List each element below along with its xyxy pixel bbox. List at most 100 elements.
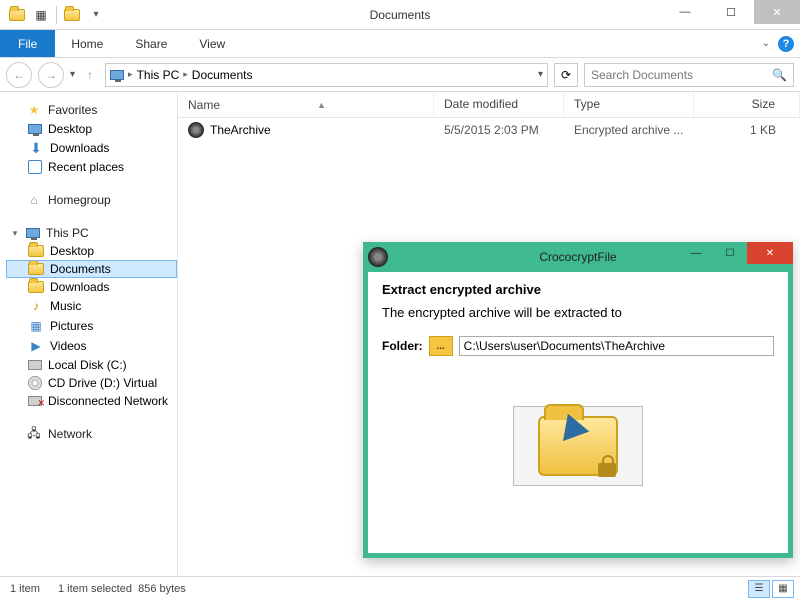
forward-button[interactable]: →	[38, 62, 64, 88]
ribbon: File Home Share View ⌄ ?	[0, 30, 800, 58]
folder-icon	[28, 245, 44, 257]
breadcrumb[interactable]: ▸ This PC ▸ Documents ▾	[105, 63, 548, 87]
back-button[interactable]: ←	[6, 62, 32, 88]
sidebar-item-downloads2[interactable]: Downloads	[6, 278, 177, 296]
minimize-button[interactable]: —	[662, 0, 708, 24]
sidebar-homegroup: ⌂ Homegroup	[6, 190, 177, 210]
sidebar-item-recent[interactable]: Recent places	[6, 158, 177, 176]
search-input[interactable]: Search Documents 🔍	[584, 63, 794, 87]
dialog-subtext: The encrypted archive will be extracted …	[382, 305, 774, 320]
sidebar-head-network[interactable]: 🖧 Network	[6, 424, 177, 444]
folder-icon	[28, 281, 44, 293]
crumb-thispc[interactable]: This PC	[137, 68, 180, 82]
sidebar-favorites: ★ Favorites Desktop ⬇Downloads Recent pl…	[6, 100, 177, 176]
crococrypt-dialog: CrococryptFile — ☐ ✕ Extract encrypted a…	[363, 242, 793, 558]
folder-row: Folder: ...	[382, 336, 774, 356]
sidebar-item-desktop[interactable]: Desktop	[6, 120, 177, 138]
address-dropdown-icon[interactable]: ▾	[538, 69, 543, 80]
thispc-icon	[110, 70, 124, 80]
dialog-close-button[interactable]: ✕	[747, 242, 793, 264]
lock-icon	[598, 463, 616, 477]
address-bar: ← → ▾ ↑ ▸ This PC ▸ Documents ▾ ⟳ Search…	[0, 58, 800, 92]
dialog-heading: Extract encrypted archive	[382, 282, 774, 297]
explorer-titlebar: ▦ ▾ Documents — ☐ ✕	[0, 0, 800, 30]
sort-asc-icon: ▲	[317, 100, 326, 110]
sidebar-item-disconnected[interactable]: Disconnected Network	[6, 392, 177, 410]
col-size[interactable]: Size	[694, 92, 800, 117]
dialog-body: Extract encrypted archive The encrypted …	[368, 272, 788, 496]
dialog-minimize-button[interactable]: —	[679, 242, 713, 264]
sidebar-item-downloads[interactable]: ⬇Downloads	[6, 138, 177, 158]
status-count: 1 item	[10, 583, 40, 595]
cd-icon	[28, 376, 42, 390]
history-dropdown-icon[interactable]: ▾	[70, 69, 75, 80]
tab-home[interactable]: Home	[55, 30, 119, 57]
crumb-documents[interactable]: Documents	[192, 68, 253, 82]
network-icon: 🖧	[26, 426, 42, 442]
caret-down-icon: ▾	[10, 228, 20, 239]
sidebar-item-music[interactable]: ♪Music	[6, 296, 177, 316]
sidebar-item-localdisk[interactable]: Local Disk (C:)	[6, 356, 177, 374]
file-row[interactable]: TheArchive 5/5/2015 2:03 PM Encrypted ar…	[178, 118, 800, 142]
dialog-titlebar[interactable]: CrococryptFile — ☐ ✕	[363, 242, 793, 272]
view-details-button[interactable]: ☰	[748, 580, 770, 598]
app-icon	[6, 4, 28, 26]
help-icon[interactable]: ?	[778, 36, 794, 52]
download-icon: ⬇	[28, 140, 44, 156]
close-button[interactable]: ✕	[754, 0, 800, 24]
sidebar-thispc: ▾ This PC Desktop Documents Downloads ♪M…	[6, 224, 177, 410]
up-button[interactable]: ↑	[81, 66, 99, 84]
maximize-button[interactable]: ☐	[708, 0, 754, 24]
folder-input[interactable]	[459, 336, 774, 356]
window-buttons: — ☐ ✕	[662, 0, 800, 24]
desktop-icon	[28, 124, 42, 134]
status-bytes: 856 bytes	[138, 583, 186, 595]
disconnected-drive-icon	[28, 396, 42, 406]
sidebar-head-homegroup[interactable]: ⌂ Homegroup	[6, 190, 177, 210]
refresh-button[interactable]: ⟳	[554, 63, 578, 87]
sidebar-head-thispc[interactable]: ▾ This PC	[6, 224, 177, 242]
videos-icon: ▶	[28, 338, 44, 354]
status-selected: 1 item selected	[58, 583, 132, 595]
sidebar-item-documents[interactable]: Documents	[6, 260, 177, 278]
ribbon-expand-icon[interactable]: ⌄	[762, 38, 770, 49]
homegroup-icon: ⌂	[26, 192, 42, 208]
qat-dropdown-icon[interactable]: ▾	[85, 4, 107, 26]
qat-newfolder-icon[interactable]	[61, 4, 83, 26]
qat-properties-icon[interactable]: ▦	[30, 4, 52, 26]
crococrypt-file-icon	[188, 122, 204, 138]
quick-access-toolbar: ▦ ▾	[0, 4, 107, 26]
favorites-label: Favorites	[48, 103, 97, 117]
folder-label: Folder:	[382, 339, 423, 353]
sidebar-item-videos[interactable]: ▶Videos	[6, 336, 177, 356]
status-bar: 1 item 1 item selected 856 bytes ☰ ▦	[0, 576, 800, 600]
sidebar-network: 🖧 Network	[6, 424, 177, 444]
file-type: Encrypted archive ...	[564, 123, 694, 137]
browse-button[interactable]: ...	[429, 336, 453, 356]
view-icons-button[interactable]: ▦	[772, 580, 794, 598]
music-icon: ♪	[28, 298, 44, 314]
col-name[interactable]: Name▲	[178, 92, 434, 117]
recent-icon	[28, 160, 42, 174]
sidebar-head-favorites[interactable]: ★ Favorites	[6, 100, 177, 120]
homegroup-label: Homegroup	[48, 193, 111, 207]
sidebar-item-desktop2[interactable]: Desktop	[6, 242, 177, 260]
star-icon: ★	[26, 102, 42, 118]
col-type[interactable]: Type	[564, 92, 694, 117]
tab-share[interactable]: Share	[119, 30, 183, 57]
dialog-maximize-button[interactable]: ☐	[713, 242, 747, 264]
sidebar-item-cddrive[interactable]: CD Drive (D:) Virtual	[6, 374, 177, 392]
thispc-label: This PC	[46, 226, 89, 240]
extract-button[interactable]	[513, 406, 643, 486]
search-icon: 🔍	[772, 68, 787, 82]
folder-icon	[28, 263, 44, 275]
crococrypt-app-icon	[368, 247, 388, 267]
thispc-icon	[26, 228, 40, 238]
tab-view[interactable]: View	[183, 30, 241, 57]
sidebar: ★ Favorites Desktop ⬇Downloads Recent pl…	[0, 92, 178, 576]
col-date[interactable]: Date modified	[434, 92, 564, 117]
sidebar-item-pictures[interactable]: ▦Pictures	[6, 316, 177, 336]
network-label: Network	[48, 427, 92, 441]
file-menu[interactable]: File	[0, 30, 55, 57]
drive-icon	[28, 360, 42, 370]
